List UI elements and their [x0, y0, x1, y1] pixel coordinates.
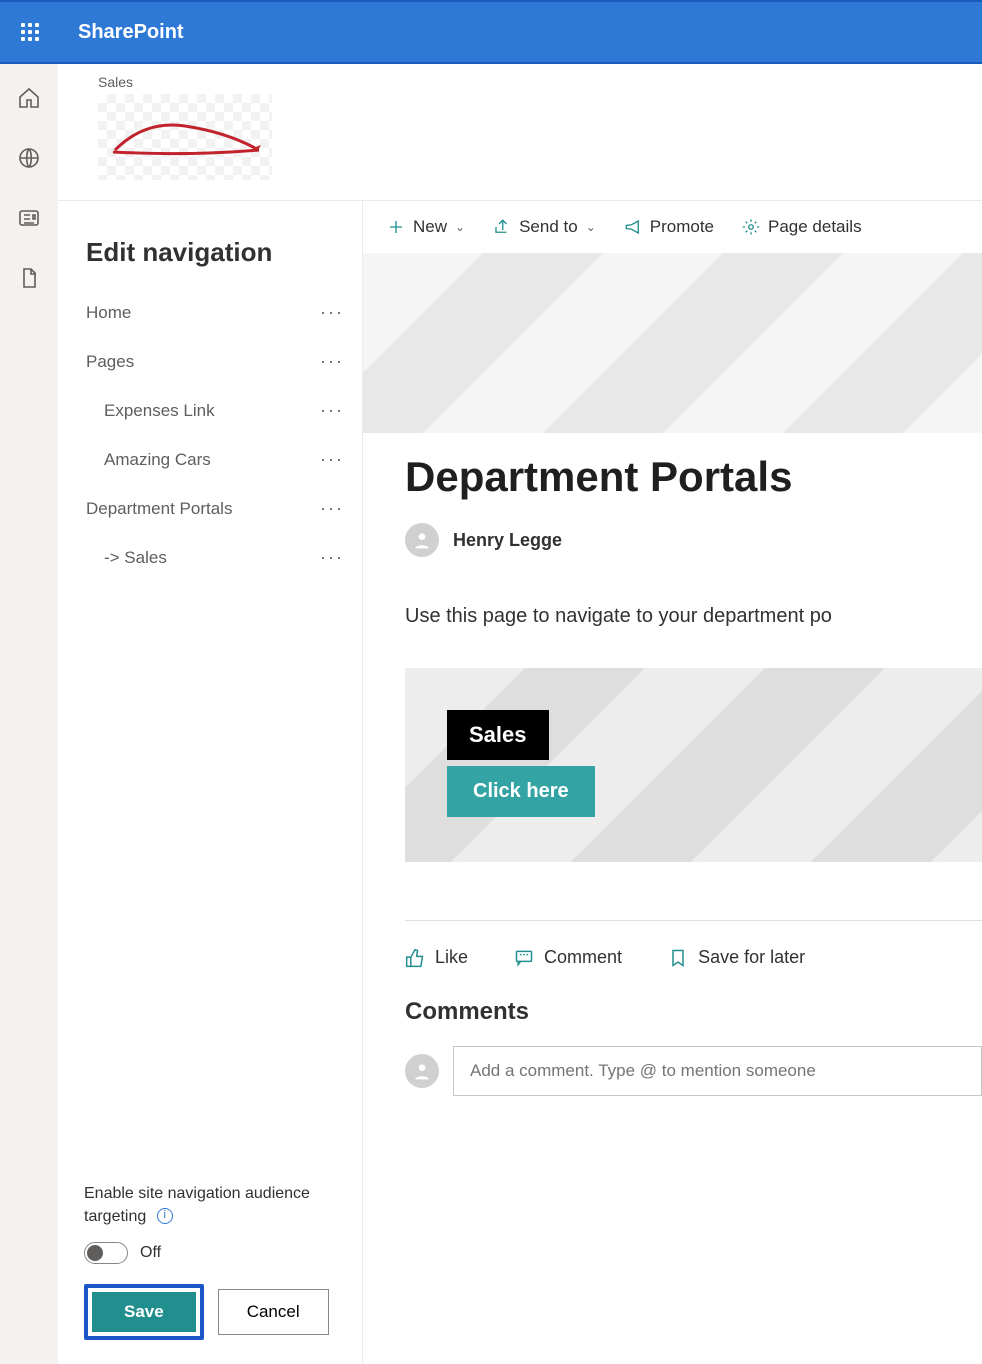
nav-item-amazing-cars[interactable]: Amazing Cars ···: [58, 435, 362, 484]
waffle-icon: [21, 23, 39, 41]
divider: [405, 920, 982, 921]
social-label: Comment: [544, 947, 622, 968]
page-description: Use this page to navigate to your depart…: [405, 605, 982, 628]
page-header-box: Department Portals Henry Legge: [405, 413, 982, 557]
nav-item-expenses-link[interactable]: Expenses Link ···: [58, 386, 362, 435]
edit-navigation-panel: Edit navigation Home ··· Pages ··· Expen…: [58, 201, 363, 1364]
hero-banner: [363, 253, 982, 433]
person-icon: [412, 1061, 432, 1081]
more-icon[interactable]: ···: [320, 302, 344, 323]
globe-icon[interactable]: [15, 144, 43, 172]
comment-button[interactable]: Comment: [514, 947, 622, 968]
person-icon: [412, 530, 432, 550]
social-label: Like: [435, 947, 468, 968]
nav-footer: Enable site navigation audience targetin…: [58, 1183, 362, 1364]
cmd-label: New: [413, 217, 447, 237]
audience-targeting-label: Enable site navigation audience targetin…: [84, 1185, 310, 1224]
save-button[interactable]: Save: [92, 1292, 196, 1332]
car-logo-icon: [105, 112, 265, 162]
author-avatar[interactable]: [405, 523, 439, 557]
gear-icon: [742, 218, 760, 236]
app-launcher-icon[interactable]: [10, 12, 50, 52]
comments-heading: Comments: [405, 998, 982, 1026]
info-icon[interactable]: i: [157, 1208, 173, 1224]
social-label: Save for later: [698, 947, 805, 968]
nav-item-label: Amazing Cars: [104, 450, 211, 470]
card-title: Sales: [447, 710, 549, 760]
bookmark-icon: [668, 948, 688, 968]
nav-item-pages[interactable]: Pages ···: [58, 337, 362, 386]
megaphone-icon: [624, 218, 642, 236]
panel-title: Edit navigation: [58, 237, 362, 288]
cmd-label: Send to: [519, 217, 578, 237]
current-user-avatar: [405, 1054, 439, 1088]
cancel-button[interactable]: Cancel: [218, 1289, 329, 1335]
cmd-label: Promote: [650, 217, 714, 237]
file-icon[interactable]: [15, 264, 43, 292]
chevron-down-icon: ⌄: [455, 220, 465, 234]
page-details-button[interactable]: Page details: [742, 217, 862, 237]
quick-link-card: Sales Click here: [405, 668, 982, 862]
page-title: Department Portals: [405, 453, 982, 501]
left-rail: [0, 64, 58, 1364]
new-button[interactable]: New ⌄: [387, 217, 465, 237]
nav-item-label: -> Sales: [104, 548, 167, 568]
toggle-knob: [87, 1245, 103, 1261]
home-icon[interactable]: [15, 84, 43, 112]
nav-item-home[interactable]: Home ···: [58, 288, 362, 337]
news-icon[interactable]: [15, 204, 43, 232]
toggle-state-label: Off: [140, 1244, 161, 1262]
site-logo[interactable]: [98, 94, 272, 180]
comment-icon: [514, 948, 534, 968]
more-icon[interactable]: ···: [320, 498, 344, 519]
promote-button[interactable]: Promote: [624, 217, 714, 237]
chevron-down-icon: ⌄: [586, 220, 596, 234]
more-icon[interactable]: ···: [320, 547, 344, 568]
send-to-button[interactable]: Send to ⌄: [493, 217, 596, 237]
more-icon[interactable]: ···: [320, 400, 344, 421]
nav-item-label: Expenses Link: [104, 401, 215, 421]
comment-input[interactable]: [453, 1046, 982, 1096]
like-button[interactable]: Like: [405, 947, 468, 968]
comment-compose-row: [405, 1046, 982, 1096]
suite-header: SharePoint: [0, 0, 982, 64]
thumbs-up-icon: [405, 948, 425, 968]
site-header: Sales: [58, 64, 982, 201]
nav-item-department-portals[interactable]: Department Portals ···: [58, 484, 362, 533]
site-title[interactable]: Sales: [98, 74, 942, 90]
page-area: New ⌄ Send to ⌄ Promote Page detail: [363, 201, 982, 1364]
command-bar: New ⌄ Send to ⌄ Promote Page detail: [363, 201, 982, 253]
social-bar: Like Comment Save for later: [405, 947, 982, 968]
more-icon[interactable]: ···: [320, 351, 344, 372]
author-name[interactable]: Henry Legge: [453, 530, 562, 551]
app-name[interactable]: SharePoint: [78, 21, 184, 44]
nav-item-label: Department Portals: [86, 499, 232, 519]
plus-icon: [387, 218, 405, 236]
share-icon: [493, 218, 511, 236]
save-button-highlight: Save: [84, 1284, 204, 1340]
save-for-later-button[interactable]: Save for later: [668, 947, 805, 968]
more-icon[interactable]: ···: [320, 449, 344, 470]
nav-item-label: Home: [86, 303, 131, 323]
nav-item-label: Pages: [86, 352, 134, 372]
nav-item-sales[interactable]: -> Sales ···: [58, 533, 362, 582]
audience-targeting-toggle[interactable]: [84, 1242, 128, 1264]
click-here-button[interactable]: Click here: [447, 766, 595, 817]
cmd-label: Page details: [768, 217, 862, 237]
